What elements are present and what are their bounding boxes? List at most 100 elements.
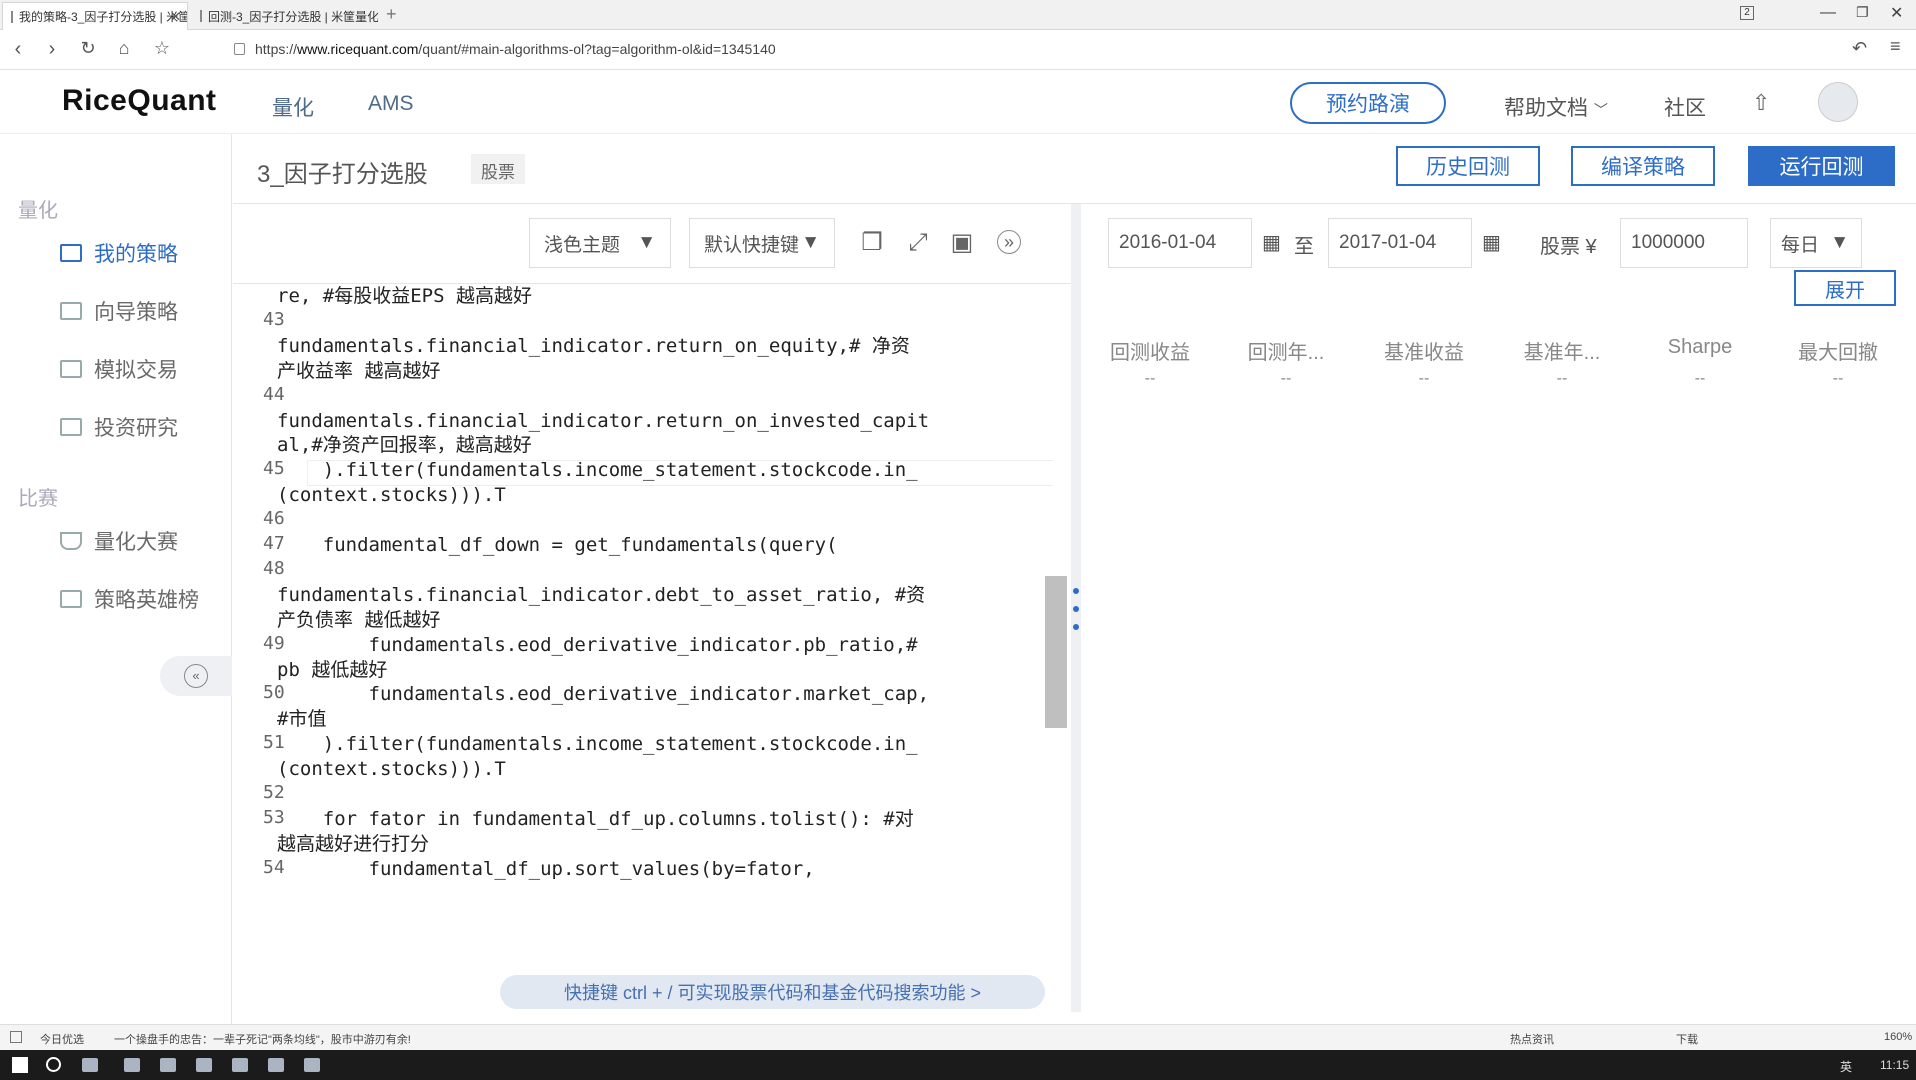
roadshow-button[interactable]: 预约路演 <box>1290 82 1446 124</box>
nav-quant[interactable]: 量化 <box>272 92 314 122</box>
code-area[interactable]: re, #每股收益EPS 越高越好 43 fundamentals.financia… <box>233 284 1053 1012</box>
collapse-sidebar-button[interactable]: « <box>160 656 232 696</box>
code-line: 产收益率 越高越好 <box>233 359 1053 384</box>
end-date-input[interactable]: 2017-01-04 <box>1328 218 1472 268</box>
sidebar: 量化 我的策略 向导策略 模拟交易 投资研究 比赛 量化大赛 策略英雄榜 « <box>0 134 232 1034</box>
taskbar-app-icon[interactable] <box>304 1058 320 1072</box>
strategy-header: 3_因子打分选股 股票 历史回测 编译策略 运行回测 <box>233 134 1916 204</box>
status-today-picks[interactable]: 今日优选 <box>40 1031 84 1047</box>
browser-tab-active[interactable]: 我的策略-3_因子打分选股 | 米筐 ✕ <box>2 2 188 30</box>
tab-title: 回测-3_因子打分选股 | 米筐量化 <box>208 9 378 24</box>
sidebar-item-label: 向导策略 <box>94 301 178 324</box>
windows-start-icon[interactable] <box>12 1057 28 1073</box>
calendar-icon[interactable]: ▦ <box>1262 230 1281 255</box>
status-zoom[interactable]: 160% <box>1884 1031 1912 1043</box>
taskbar-app-icon[interactable] <box>232 1058 248 1072</box>
forward-icon[interactable]: › <box>40 38 64 61</box>
sidebar-item-label: 策略英雄榜 <box>94 589 199 612</box>
theme-value: 浅色主题 <box>544 234 621 256</box>
sidebar-item-leaderboard[interactable]: 策略英雄榜 <box>60 584 199 614</box>
code-line: 50 fundamentals.eod_derivative_indicator… <box>233 682 1053 707</box>
calendar-icon[interactable]: ▦ <box>1482 230 1501 255</box>
metric-return-value: -- <box>1144 370 1156 387</box>
undo-icon[interactable]: ↶ <box>1852 38 1867 59</box>
editor-scrollbar[interactable] <box>1045 576 1067 728</box>
history-backtest-button[interactable]: 历史回测 <box>1396 146 1540 186</box>
url-field[interactable]: https://www.ricequant.com/quant/#main-al… <box>255 41 776 57</box>
metric-sharpe-value: -- <box>1694 370 1706 387</box>
compile-strategy-button[interactable]: 编译策略 <box>1571 146 1715 186</box>
status-download[interactable]: 下载 <box>1676 1031 1698 1047</box>
shortcut-tip[interactable]: 快捷键 ctrl + / 可实现股票代码和基金代码搜索功能 > <box>500 975 1045 1009</box>
nav-ams[interactable]: AMS <box>368 92 414 116</box>
caret-down-icon: ▼ <box>1830 232 1849 253</box>
editor-toolbar: 浅色主题 ▼ 默认快捷键 ▼ ❐ ⤢ ▣ » <box>233 204 1071 284</box>
backtest-pane: 2016-01-04 ▦ 至 2017-01-04 ▦ 股票 ¥ 1000000… <box>1082 204 1916 1012</box>
sidebar-item-paper-trading[interactable]: 模拟交易 <box>60 354 178 384</box>
minimize-icon[interactable]: — <box>1820 4 1836 22</box>
code-text: (context.stocks))).T <box>277 758 506 781</box>
sidebar-item-research[interactable]: 投资研究 <box>60 412 178 442</box>
ime-indicator[interactable]: 英 <box>1840 1058 1852 1075</box>
taskbar-app-icon[interactable] <box>268 1058 284 1072</box>
sidebar-item-my-strategies[interactable]: 我的策略 <box>60 238 178 268</box>
search-icon[interactable] <box>46 1057 61 1072</box>
reload-icon[interactable]: ↻ <box>76 38 100 59</box>
document-icon <box>200 10 202 22</box>
star-icon[interactable]: ☆ <box>150 38 174 59</box>
expand-right-icon[interactable]: » <box>997 230 1021 254</box>
close-window-icon[interactable]: ✕ <box>1890 3 1903 23</box>
lock-icon <box>234 43 245 55</box>
metric-max-drawdown: 最大回撤 <box>1798 342 1878 364</box>
help-docs-menu[interactable]: 帮助文档 ﹀ <box>1504 92 1608 122</box>
frequency-select[interactable]: 每日 ▼ <box>1770 218 1862 268</box>
code-editor: 浅色主题 ▼ 默认快捷键 ▼ ❐ ⤢ ▣ » re, #每股收益EPS 越高越好 43… <box>233 204 1071 1012</box>
collapse-icon: « <box>184 664 208 688</box>
url-path: /quant/#main-algorithms-ol?tag=algorithm… <box>418 41 776 57</box>
taskbar-app-icon[interactable] <box>196 1058 212 1072</box>
new-tab-icon[interactable]: + <box>386 4 397 25</box>
capital-input[interactable]: 1000000 <box>1620 218 1748 268</box>
clock[interactable]: 11:15 <box>1880 1058 1909 1072</box>
avatar[interactable] <box>1818 82 1858 122</box>
metric-benchmark-annual: 基准年... <box>1523 342 1601 364</box>
status-news-ticker[interactable]: 一个操盘手的忠告：一辈子死记"两条均线"，股市中游刃有余! <box>114 1031 411 1047</box>
research-icon <box>60 418 82 436</box>
line-number: 44 <box>263 383 285 405</box>
community-link[interactable]: 社区 <box>1664 92 1706 122</box>
sidebar-item-wizard[interactable]: 向导策略 <box>60 296 178 326</box>
sidebar-item-label: 投资研究 <box>94 417 178 440</box>
start-date-input[interactable]: 2016-01-04 <box>1108 218 1252 268</box>
sidebar-item-contest[interactable]: 量化大赛 <box>60 526 178 556</box>
run-backtest-button[interactable]: 运行回测 <box>1748 146 1895 186</box>
copy-icon[interactable]: ❐ <box>859 230 885 256</box>
task-view-icon[interactable] <box>82 1058 98 1072</box>
line-number: 46 <box>263 508 285 530</box>
back-icon[interactable]: ‹ <box>6 38 30 61</box>
sidebar-item-label: 我的策略 <box>94 243 178 266</box>
taskbar-app-icon[interactable] <box>160 1058 176 1072</box>
status-hot-news[interactable]: 热点资讯 <box>1510 1031 1554 1047</box>
theme-select[interactable]: 浅色主题 ▼ <box>529 218 671 268</box>
code-text: fundamentals.eod_derivative_indicator.ma… <box>277 683 930 706</box>
expand-button[interactable]: 展开 <box>1794 270 1896 306</box>
tab-counter-badge[interactable]: 2 <box>1740 6 1754 20</box>
keymap-select[interactable]: 默认快捷键 ▼ <box>689 218 835 268</box>
restore-icon[interactable]: ❐ <box>1856 4 1869 21</box>
frequency-value: 每日 <box>1781 234 1820 256</box>
close-tab-icon[interactable]: ✕ <box>170 9 181 25</box>
menu-icon[interactable]: ≡ <box>1890 36 1901 57</box>
strategy-title: 3_因子打分选股 <box>257 161 428 188</box>
browser-tab[interactable]: 回测-3_因子打分选股 | 米筐量化 <box>192 2 378 30</box>
taskbar-app-icon[interactable] <box>124 1058 140 1072</box>
news-icon <box>10 1031 22 1043</box>
ricequant-logo[interactable]: RiceQuant <box>62 84 217 118</box>
save-icon[interactable]: ▣ <box>949 230 975 256</box>
wizard-icon <box>60 302 82 320</box>
code-line: 54 fundamental_df_up.sort_values(by=fato… <box>233 857 1053 882</box>
line-number: 52 <box>263 782 285 803</box>
fullscreen-icon[interactable]: ⤢ <box>905 230 931 256</box>
code-line: (context.stocks))).T <box>233 483 1053 508</box>
shirt-icon[interactable]: ⇧ <box>1752 90 1770 116</box>
home-icon[interactable]: ⌂ <box>112 38 136 59</box>
